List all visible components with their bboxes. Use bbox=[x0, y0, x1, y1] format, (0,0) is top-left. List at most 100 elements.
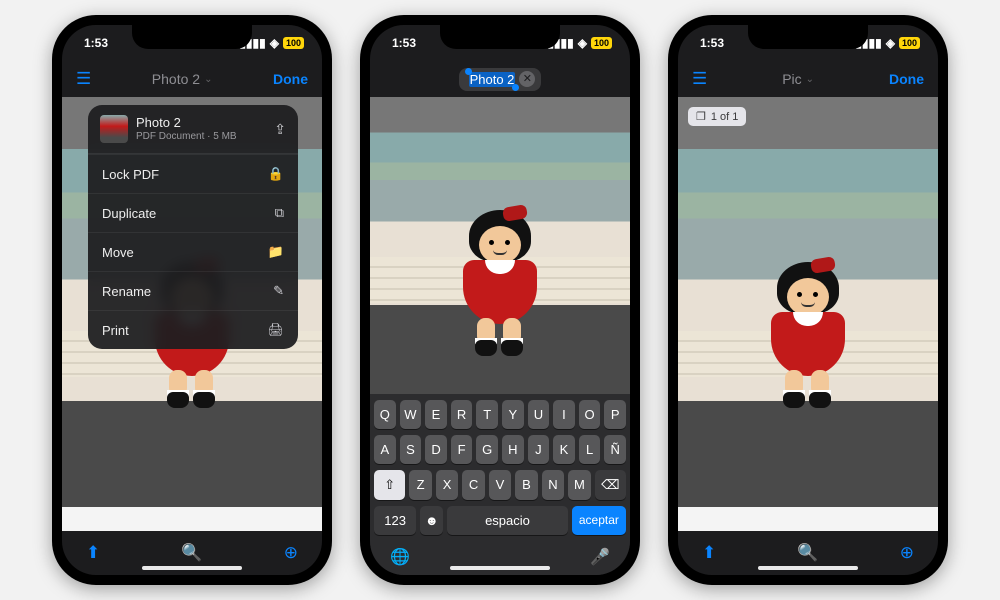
wifi-icon: ◈ bbox=[270, 36, 279, 50]
key-v[interactable]: V bbox=[489, 470, 511, 500]
battery-badge: 100 bbox=[899, 37, 920, 49]
title-edit-field[interactable]: Photo 2 ✕ bbox=[459, 68, 542, 91]
share-button-icon[interactable]: ⬆︎ bbox=[702, 543, 716, 563]
menu-item-print[interactable]: Print 🖨 bbox=[88, 310, 298, 349]
key-p[interactable]: P bbox=[604, 400, 626, 429]
phone-renamed-result: 1:53 ▮▮▮▮ ◈ 100 ☰ Pic ⌄ Done ❐ 1 of 1 bbox=[668, 15, 948, 585]
search-icon[interactable]: 🔍 bbox=[181, 543, 202, 563]
key-l[interactable]: L bbox=[579, 435, 601, 464]
menu-item-move[interactable]: Move 📁 bbox=[88, 232, 298, 271]
share-icon[interactable]: ⇪ bbox=[274, 121, 286, 138]
duplicate-icon: ⧉ bbox=[275, 205, 284, 221]
nav-bar: ☰ Photo 2 ⌄ Done bbox=[62, 61, 322, 97]
key-q[interactable]: Q bbox=[374, 400, 396, 429]
menu-doc-name: Photo 2 bbox=[136, 115, 266, 131]
keyboard-row-3: ⇧ ZXCVBNM ⌫ bbox=[374, 470, 626, 500]
home-indicator[interactable] bbox=[142, 566, 242, 570]
emoji-key[interactable]: ☻ bbox=[420, 506, 443, 535]
key-r[interactable]: R bbox=[451, 400, 473, 429]
key-c[interactable]: C bbox=[462, 470, 484, 500]
document-viewport[interactable]: Photo 2 PDF Document · 5 MB ⇪ Lock PDF 🔒… bbox=[62, 97, 322, 531]
key-f[interactable]: F bbox=[451, 435, 473, 464]
status-time: 1:53 bbox=[84, 36, 108, 50]
document-context-menu: Photo 2 PDF Document · 5 MB ⇪ Lock PDF 🔒… bbox=[88, 105, 298, 349]
backspace-key[interactable]: ⌫ bbox=[595, 470, 626, 500]
key-o[interactable]: O bbox=[579, 400, 601, 429]
document-thumbnail bbox=[100, 115, 128, 143]
key-j[interactable]: J bbox=[528, 435, 550, 464]
key-w[interactable]: W bbox=[400, 400, 422, 429]
nav-bar: Photo 2 ✕ bbox=[370, 61, 630, 97]
pages-icon: ❐ bbox=[696, 110, 706, 123]
menu-item-lock[interactable]: Lock PDF 🔒 bbox=[88, 154, 298, 193]
phone-rename-keyboard: 1:53 ▮▮▮▮ ◈ 100 Photo 2 ✕ bbox=[360, 15, 640, 585]
key-u[interactable]: U bbox=[528, 400, 550, 429]
wifi-icon: ◈ bbox=[578, 36, 587, 50]
key-e[interactable]: E bbox=[425, 400, 447, 429]
status-time: 1:53 bbox=[700, 36, 724, 50]
home-indicator[interactable] bbox=[758, 566, 858, 570]
notch bbox=[440, 25, 560, 49]
numbers-key[interactable]: 123 bbox=[374, 506, 416, 535]
page-indicator-badge[interactable]: ❐ 1 of 1 bbox=[688, 107, 746, 126]
clear-text-icon[interactable]: ✕ bbox=[519, 71, 535, 87]
keyboard-row-1: QWERTYUIOP bbox=[374, 400, 626, 429]
done-button[interactable]: Done bbox=[273, 71, 308, 87]
key-a[interactable]: A bbox=[374, 435, 396, 464]
document-title[interactable]: Photo 2 ⌄ bbox=[152, 71, 213, 87]
dictation-key-icon[interactable]: 🎤 bbox=[590, 547, 610, 567]
key-m[interactable]: M bbox=[568, 470, 590, 500]
photo-content bbox=[678, 97, 938, 531]
onscreen-keyboard: QWERTYUIOP ASDFGHJKLÑ ⇧ ZXCVBNM ⌫ 123 ☻ … bbox=[370, 394, 630, 575]
space-key[interactable]: espacio bbox=[447, 506, 568, 535]
sidebar-toggle-icon[interactable]: ☰ bbox=[692, 69, 707, 89]
notch bbox=[132, 25, 252, 49]
nav-bar: ☰ Pic ⌄ Done bbox=[678, 61, 938, 97]
key-s[interactable]: S bbox=[400, 435, 422, 464]
pencil-icon: ✎ bbox=[273, 283, 284, 299]
battery-badge: 100 bbox=[591, 37, 612, 49]
notch bbox=[748, 25, 868, 49]
printer-icon: 🖨 bbox=[267, 322, 284, 338]
photo-content bbox=[370, 97, 630, 394]
phone-context-menu: 1:53 ▮▮▮▮ ◈ 100 ☰ Photo 2 ⌄ Done bbox=[52, 15, 332, 585]
document-viewport[interactable]: ❐ 1 of 1 bbox=[678, 97, 938, 531]
menu-item-duplicate[interactable]: Duplicate ⧉ bbox=[88, 193, 298, 232]
lock-icon: 🔒 bbox=[268, 166, 284, 182]
key-k[interactable]: K bbox=[553, 435, 575, 464]
wifi-icon: ◈ bbox=[886, 36, 895, 50]
search-icon[interactable]: 🔍 bbox=[797, 543, 818, 563]
key-i[interactable]: I bbox=[553, 400, 575, 429]
key-g[interactable]: G bbox=[476, 435, 498, 464]
chevron-down-icon: ⌄ bbox=[204, 74, 212, 85]
key-t[interactable]: T bbox=[476, 400, 498, 429]
key-z[interactable]: Z bbox=[409, 470, 431, 500]
globe-key-icon[interactable]: 🌐 bbox=[390, 547, 410, 567]
done-button[interactable]: Done bbox=[889, 71, 924, 87]
key-n[interactable]: N bbox=[542, 470, 564, 500]
sidebar-toggle-icon[interactable]: ☰ bbox=[76, 69, 91, 89]
key-d[interactable]: D bbox=[425, 435, 447, 464]
key-x[interactable]: X bbox=[436, 470, 458, 500]
shift-key[interactable]: ⇧ bbox=[374, 470, 405, 500]
chevron-down-icon: ⌄ bbox=[806, 74, 814, 85]
document-viewport[interactable] bbox=[370, 97, 630, 394]
folder-icon: 📁 bbox=[268, 244, 284, 260]
status-time: 1:53 bbox=[392, 36, 416, 50]
share-button-icon[interactable]: ⬆︎ bbox=[86, 543, 100, 563]
keyboard-row-2: ASDFGHJKLÑ bbox=[374, 435, 626, 464]
key-h[interactable]: H bbox=[502, 435, 524, 464]
key-b[interactable]: B bbox=[515, 470, 537, 500]
key-ñ[interactable]: Ñ bbox=[604, 435, 626, 464]
accept-key[interactable]: aceptar bbox=[572, 506, 626, 535]
home-indicator[interactable] bbox=[450, 566, 550, 570]
markup-icon[interactable]: ⊕ bbox=[284, 543, 298, 563]
menu-doc-subtitle: PDF Document · 5 MB bbox=[136, 131, 266, 143]
key-y[interactable]: Y bbox=[502, 400, 524, 429]
title-selected-text: Photo 2 bbox=[469, 72, 516, 87]
menu-header: Photo 2 PDF Document · 5 MB ⇪ bbox=[88, 105, 298, 154]
markup-icon[interactable]: ⊕ bbox=[900, 543, 914, 563]
menu-item-rename[interactable]: Rename ✎ bbox=[88, 271, 298, 310]
document-title[interactable]: Pic ⌄ bbox=[782, 71, 814, 87]
battery-badge: 100 bbox=[283, 37, 304, 49]
